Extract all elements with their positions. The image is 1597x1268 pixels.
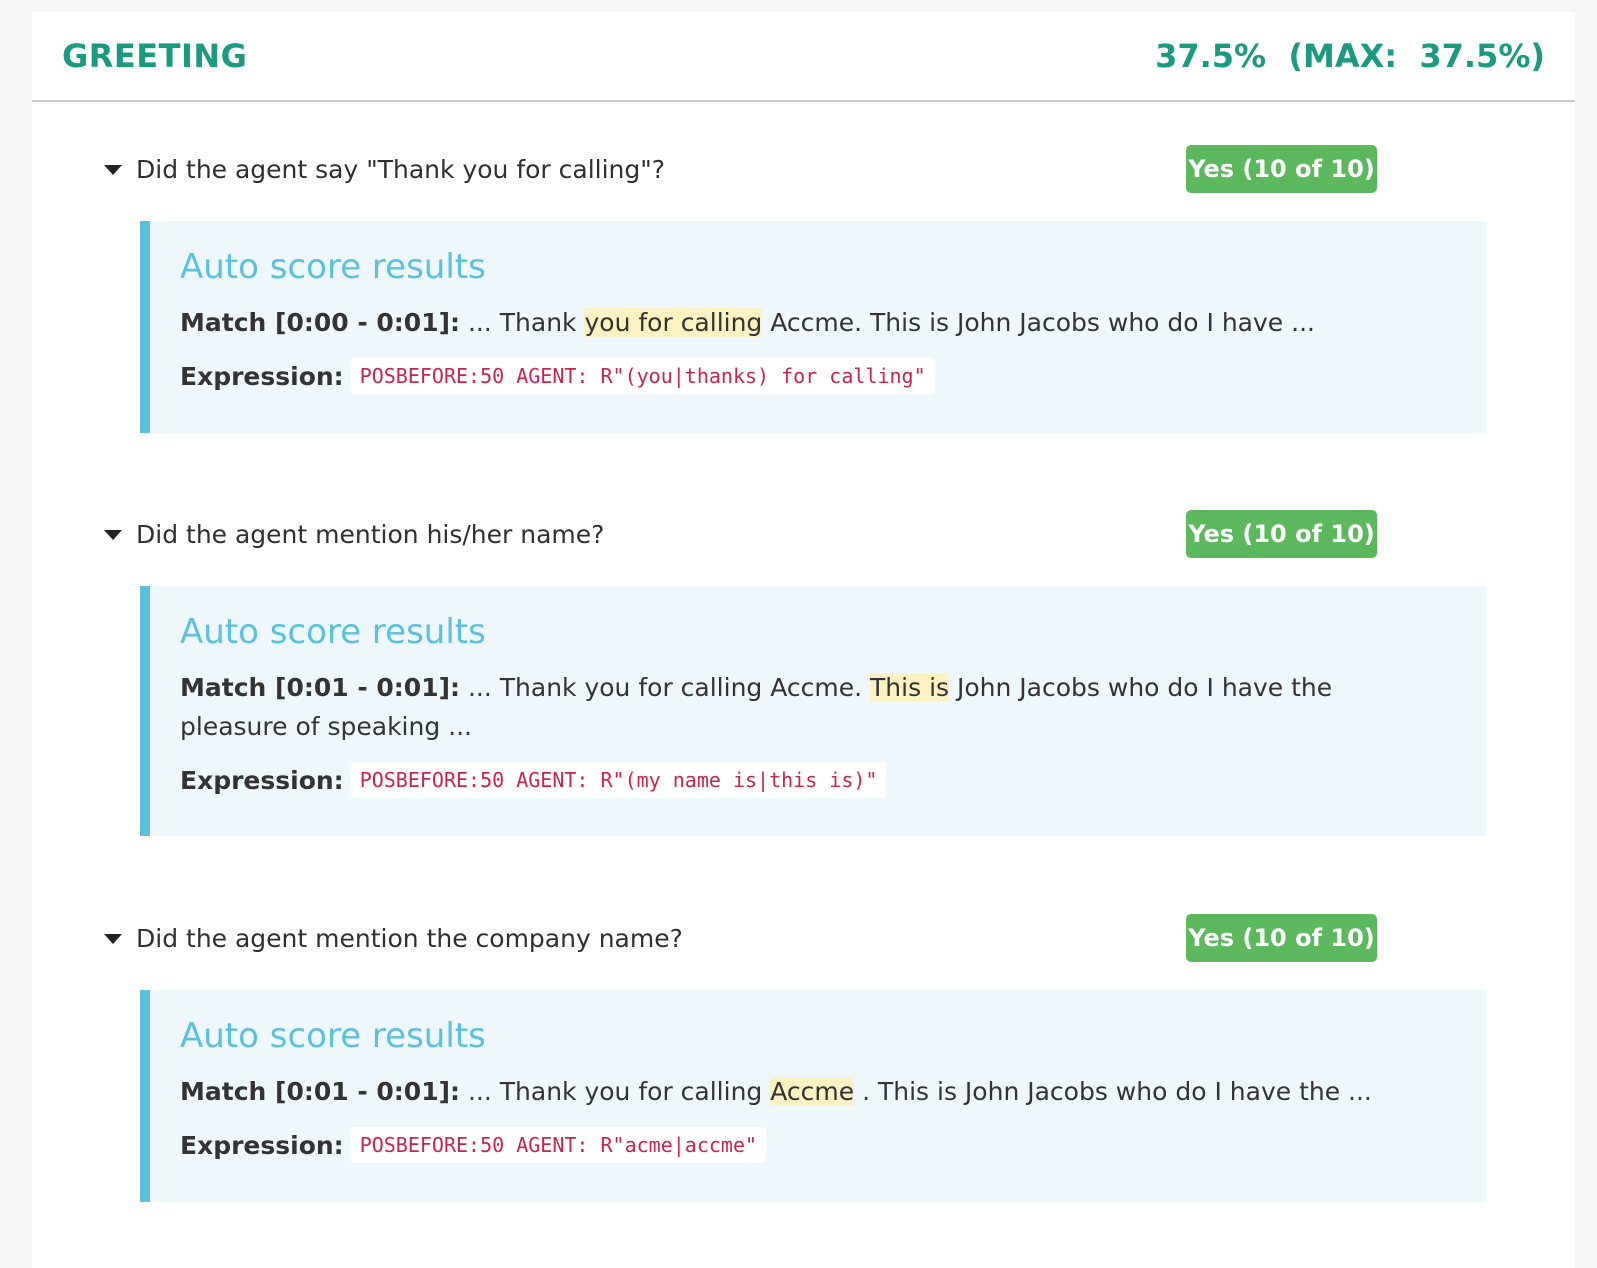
match-text-after: Accme. This is John Jacobs who do I have… <box>762 308 1315 337</box>
expression-label: Expression: <box>180 1130 344 1160</box>
question-text: Did the agent say "Thank you for calling… <box>136 154 666 184</box>
results-title: Auto score results <box>180 1016 486 1056</box>
expression-line: Expression: POSBEFORE:50 AGENT: R"(you|t… <box>180 358 1456 394</box>
question-item: Did the agent say "Thank you for calling… <box>104 145 1544 433</box>
score-badge: Yes (10 of 10) <box>1186 145 1377 193</box>
match-highlight: you for calling <box>584 308 763 337</box>
expression-label: Expression: <box>180 765 344 795</box>
match-label: Match [0:01 - 0:01]: <box>180 673 461 702</box>
section-title: GREETING <box>62 37 248 75</box>
expression-line: Expression: POSBEFORE:50 AGENT: R"(my na… <box>180 762 1456 798</box>
results-title: Auto score results <box>180 612 486 652</box>
section-panel: GREETING 37.5% (MAX: 37.5%) Did the agen… <box>32 12 1575 1268</box>
caret-down-icon[interactable] <box>104 934 122 944</box>
expression-label: Expression: <box>180 361 344 391</box>
results-title: Auto score results <box>180 247 486 287</box>
section-score: 37.5% (MAX: 37.5%) <box>1155 37 1545 75</box>
match-line: Match [0:01 - 0:01]: ... Thank you for c… <box>180 668 1410 746</box>
match-highlight: Accme <box>770 1077 855 1106</box>
question-item: Did the agent mention the company name? … <box>104 914 1544 1202</box>
match-highlight: This is <box>870 673 950 702</box>
expression-code: POSBEFORE:50 AGENT: R"(you|thanks) for c… <box>350 358 935 394</box>
question-text: Did the agent mention the company name? <box>136 923 683 953</box>
auto-score-results: Auto score results Match [0:00 - 0:01]: … <box>140 221 1486 433</box>
match-text-after: . This is John Jacobs who do I have the … <box>854 1077 1372 1106</box>
match-text-before: ... Thank you for calling <box>460 1077 771 1106</box>
auto-score-results: Auto score results Match [0:01 - 0:01]: … <box>140 990 1486 1202</box>
caret-down-icon[interactable] <box>104 530 122 540</box>
match-line: Match [0:01 - 0:01]: ... Thank you for c… <box>180 1072 1456 1111</box>
score-badge: Yes (10 of 10) <box>1186 914 1377 962</box>
question-row[interactable]: Did the agent mention the company name? … <box>104 914 1544 962</box>
match-text-before: ... Thank <box>460 308 585 337</box>
expression-line: Expression: POSBEFORE:50 AGENT: R"acme|a… <box>180 1127 1456 1163</box>
match-label: Match [0:01 - 0:01]: <box>180 1077 461 1106</box>
match-text-before: ... Thank you for calling Accme. <box>460 673 871 702</box>
expression-code: POSBEFORE:50 AGENT: R"acme|accme" <box>350 1127 767 1163</box>
caret-down-icon[interactable] <box>104 165 122 175</box>
section-header: GREETING 37.5% (MAX: 37.5%) <box>32 12 1575 102</box>
match-line: Match [0:00 - 0:01]: ... Thank you for c… <box>180 303 1456 342</box>
question-row[interactable]: Did the agent say "Thank you for calling… <box>104 145 1544 193</box>
auto-score-results: Auto score results Match [0:01 - 0:01]: … <box>140 586 1486 836</box>
score-badge: Yes (10 of 10) <box>1186 510 1377 558</box>
match-label: Match [0:00 - 0:01]: <box>180 308 461 337</box>
question-row[interactable]: Did the agent mention his/her name? Yes … <box>104 510 1544 558</box>
question-item: Did the agent mention his/her name? Yes … <box>104 510 1544 836</box>
expression-code: POSBEFORE:50 AGENT: R"(my name is|this i… <box>350 762 887 798</box>
question-text: Did the agent mention his/her name? <box>136 519 605 549</box>
